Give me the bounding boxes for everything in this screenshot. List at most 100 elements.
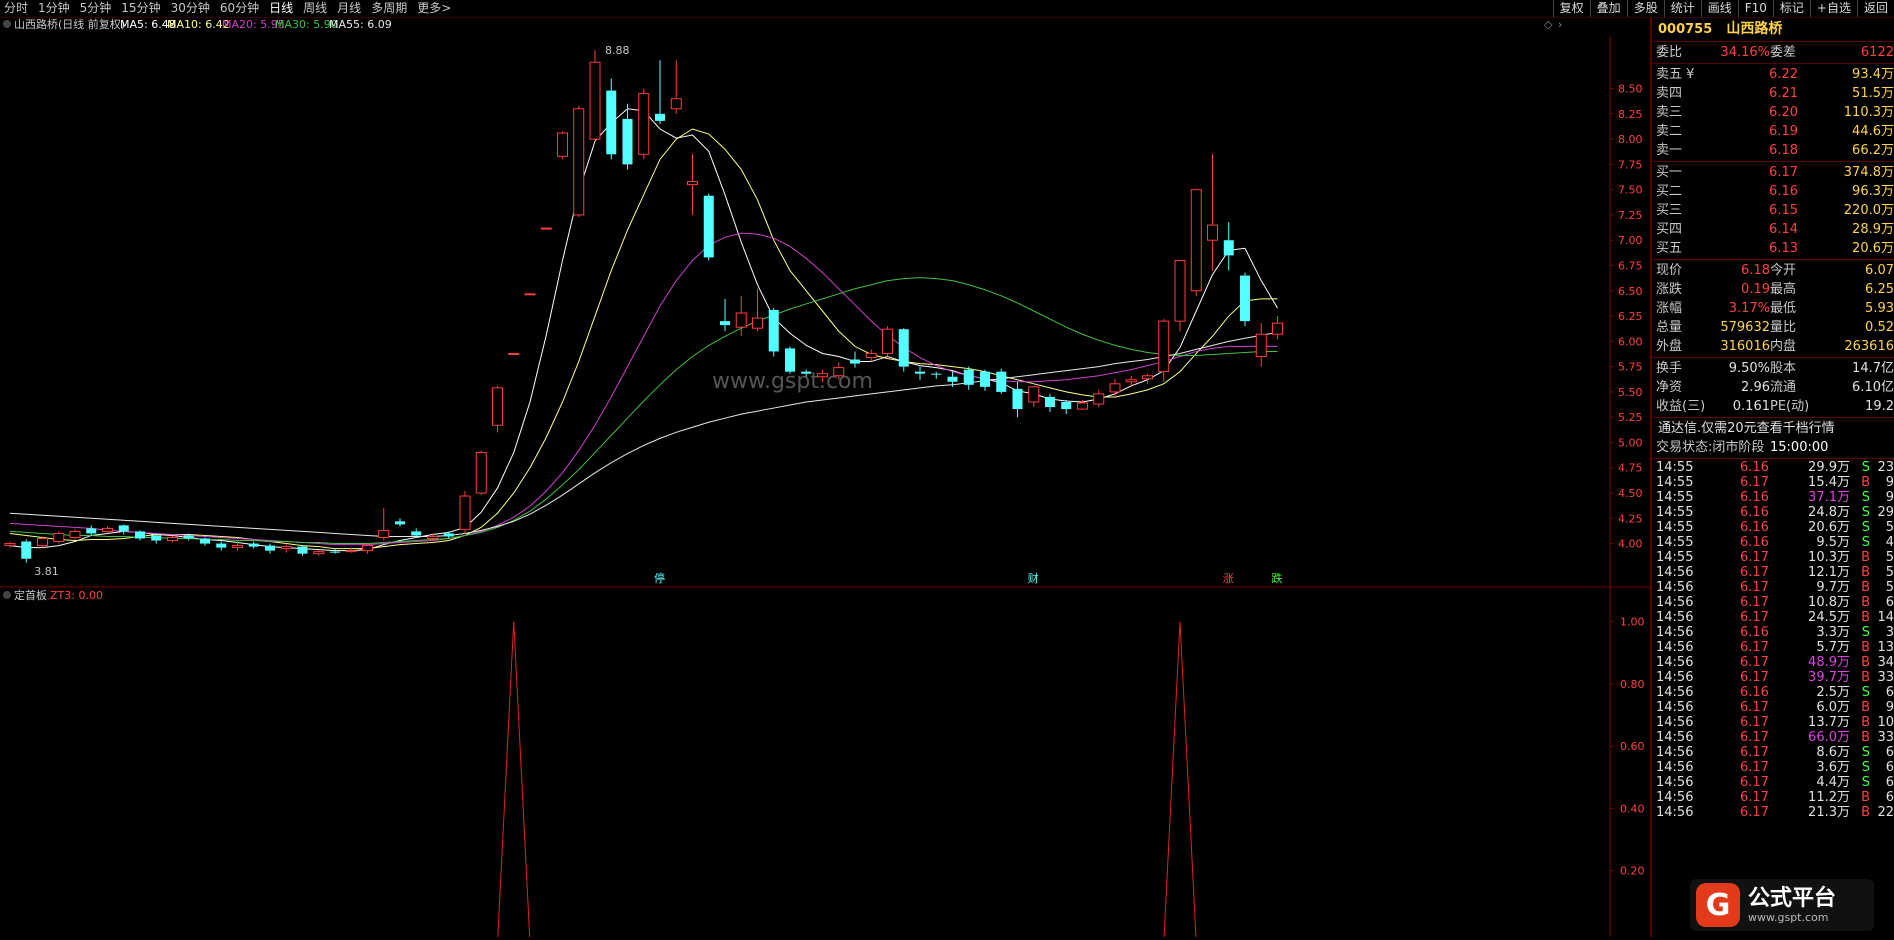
indicator-line — [497, 621, 1197, 940]
ma-line-3 — [9, 277, 1278, 545]
tab-7[interactable]: 周线 — [303, 1, 327, 16]
ask-row[interactable]: 卖一 6.18 66.2万 — [1652, 141, 1894, 160]
ask-row[interactable]: 卖二 6.19 44.6万 — [1652, 122, 1894, 141]
candle — [882, 326, 893, 357]
logo-url: www.gspt.com — [1748, 910, 1829, 924]
event-marker[interactable]: 涨 — [1223, 572, 1234, 585]
indicator-tick-label: 0.80 — [1620, 678, 1645, 691]
low-price-label: 3.81 — [34, 565, 59, 578]
tool-button-8[interactable]: 返回 — [1856, 0, 1894, 17]
tool-button-1[interactable]: 叠加 — [1589, 0, 1627, 17]
tab-6[interactable]: 日线 — [269, 1, 293, 16]
tool-button-3[interactable]: 统计 — [1663, 0, 1701, 17]
event-marker[interactable]: 跌 — [1272, 571, 1283, 585]
bid-row[interactable]: 买一 6.17 374.8万 — [1652, 163, 1894, 182]
price-tick-label: 8.25 — [1618, 108, 1643, 121]
price-tick-label: 5.50 — [1618, 386, 1643, 399]
tool-button-2[interactable]: 多股 — [1626, 0, 1664, 17]
candle — [1255, 323, 1267, 367]
tool-button-4[interactable]: 画线 — [1700, 0, 1738, 17]
price-tick-label: 7.50 — [1618, 184, 1643, 197]
tab-2[interactable]: 5分钟 — [80, 1, 112, 16]
candle — [297, 545, 308, 556]
tick-row: 14:56 6.17 21.3万 B 22 — [1656, 805, 1894, 820]
ask-row[interactable]: 卖三 6.20 110.3万 — [1652, 103, 1894, 122]
promo-banner[interactable]: 通达信.仅需20元查看千档行情 — [1652, 419, 1894, 438]
watermark: www.gspt.com — [712, 369, 873, 394]
ask-row[interactable]: 卖五 ¥6.22 93.4万 — [1652, 65, 1894, 84]
candle — [4, 541, 16, 548]
candle — [313, 550, 325, 556]
status-label: 交易状态:闭市阶段 — [1656, 440, 1765, 455]
kline-chart[interactable]: 山西路桥(日线 前复权) MA5: 6.48 MA10: 6.42 MA20: … — [0, 17, 1650, 940]
tab-10[interactable]: 更多> — [417, 1, 451, 16]
stats2-list: 换手 9.50% 股本 14.7亿 净资 2.96 流通 6.10亿 收益(三) 0.161 PE(… — [1652, 359, 1894, 416]
candle — [216, 541, 227, 551]
candle — [573, 105, 585, 217]
candle — [1125, 375, 1137, 387]
candle — [1045, 393, 1055, 413]
ask-row[interactable]: 卖四 6.21 51.5万 — [1652, 84, 1894, 103]
logo-title: 公式平台 — [1748, 885, 1837, 911]
candle — [1093, 389, 1105, 408]
price-tick-label: 5.75 — [1618, 361, 1643, 374]
diamond-icon[interactable]: ◇ — [1544, 18, 1553, 31]
tab-1[interactable]: 1分钟 — [38, 1, 70, 16]
stock-code: 000755 — [1658, 22, 1713, 37]
bid-row[interactable]: 买四 6.14 28.9万 — [1652, 220, 1894, 239]
tab-0[interactable]: 分时 — [4, 1, 28, 16]
candle — [1190, 189, 1202, 296]
candle — [248, 541, 259, 549]
high-price-label: 8.88 — [605, 44, 630, 57]
tab-5[interactable]: 60分钟 — [220, 1, 259, 16]
tab-3[interactable]: 15分钟 — [121, 1, 160, 16]
tick-row: 14:55 6.16 37.1万 S 9 — [1656, 490, 1894, 505]
bid-row[interactable]: 买二 6.16 96.3万 — [1652, 182, 1894, 201]
indicator-name: 定首板 — [14, 588, 47, 602]
ma-line-1 — [9, 128, 1278, 550]
tick-row: 14:55 6.17 10.3万 B 5 — [1656, 550, 1894, 565]
candle — [492, 385, 503, 433]
candle — [200, 537, 210, 546]
zt-value: ZT3: 0.00 — [50, 589, 103, 602]
price-tick-label: 5.25 — [1618, 411, 1643, 424]
tool-button-0[interactable]: 复权 — [1552, 0, 1590, 17]
event-marker[interactable]: 财 — [1028, 571, 1039, 585]
candle — [865, 349, 877, 362]
stat-row: 现价 6.18 今开 6.07 — [1656, 263, 1894, 278]
event-markers: 停财涨跌 — [654, 571, 1283, 585]
chevron-right-icon[interactable]: › — [1558, 18, 1562, 31]
event-marker[interactable]: 停 — [654, 571, 665, 585]
indicator-tick-label: 0.60 — [1620, 740, 1645, 753]
candle — [167, 535, 178, 543]
price-tick-label: 7.00 — [1618, 234, 1643, 247]
tool-button-6[interactable]: 标记 — [1772, 0, 1810, 17]
weicha-label: 委差 — [1770, 45, 1797, 60]
candle — [785, 346, 795, 374]
candle — [996, 368, 1007, 394]
candle — [524, 293, 536, 296]
ma55-label: MA55: 6.09 — [329, 18, 392, 31]
price-tick-label: 8.00 — [1618, 133, 1643, 146]
price-tick-label: 6.75 — [1618, 260, 1643, 273]
collapse-icon[interactable] — [3, 591, 11, 599]
tab-9[interactable]: 多周期 — [371, 1, 407, 16]
candle — [606, 78, 617, 160]
bid-row[interactable]: 买三 6.15 220.0万 — [1652, 201, 1894, 220]
tool-button-5[interactable]: F10 — [1737, 0, 1773, 17]
tool-button-7[interactable]: +自选 — [1809, 0, 1857, 17]
price-tick-label: 4.00 — [1618, 538, 1643, 551]
tool-buttons: 复权 叠加 多股 统计 画线 F10 标记 +自选 返回 — [1552, 0, 1894, 17]
candle — [638, 88, 650, 160]
tick-list[interactable]: 14:55 6.16 29.9万 S 23 14:55 6.17 15.4万 B 9 14:55 6.… — [1652, 460, 1894, 820]
collapse-icon[interactable] — [3, 20, 11, 28]
price-tick-label: 7.75 — [1618, 158, 1643, 171]
tick-row: 14:56 6.17 12.1万 B 5 — [1656, 565, 1894, 580]
candle — [850, 351, 860, 368]
candle — [53, 531, 65, 544]
bid-row[interactable]: 买五 6.13 20.6万 — [1652, 239, 1894, 258]
weicha-value: 6122 — [1860, 45, 1894, 60]
tab-8[interactable]: 月线 — [337, 1, 361, 16]
candle — [1061, 399, 1072, 415]
tab-4[interactable]: 30分钟 — [171, 1, 210, 16]
